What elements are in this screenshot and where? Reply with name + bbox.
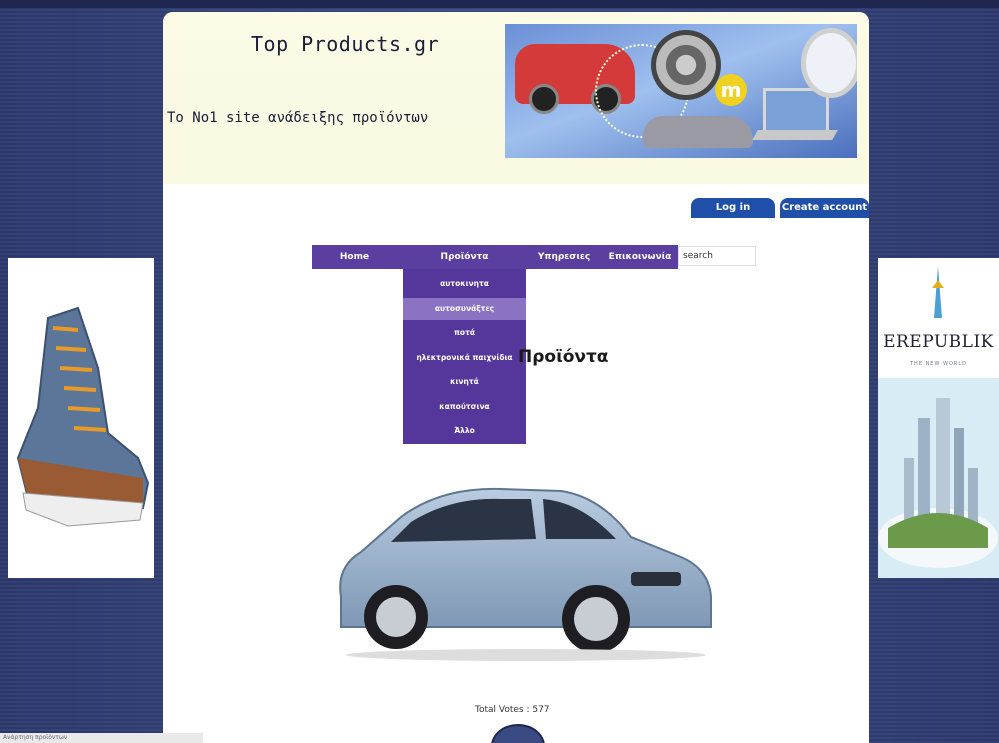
site-header: Top Products.gr Το No1 site ανάδειξης πρ… bbox=[163, 12, 869, 184]
dropdown-item-mobiles[interactable]: κινητά bbox=[403, 371, 526, 393]
dropdown-item-cappuccino[interactable]: καπούτσινα bbox=[403, 396, 526, 418]
section-title: Προϊόντα bbox=[518, 347, 609, 367]
nav-home[interactable]: Home bbox=[312, 245, 397, 269]
city-illustration bbox=[878, 378, 999, 578]
spire-icon bbox=[932, 266, 944, 318]
main-navbar: Home Προϊόντα Υπηρεσιες Επικοινωνία bbox=[312, 245, 678, 269]
nav-products[interactable]: Προϊόντα bbox=[403, 245, 526, 269]
search-input[interactable] bbox=[678, 246, 756, 266]
create-account-button[interactable]: Create account bbox=[780, 198, 869, 218]
login-button[interactable]: Log in bbox=[691, 198, 775, 218]
vote-button[interactable] bbox=[491, 724, 545, 743]
top-strip bbox=[0, 0, 999, 8]
nav-services[interactable]: Υπηρεσιες bbox=[526, 245, 602, 269]
featured-car-image[interactable] bbox=[331, 477, 716, 662]
erepublik-brand: EREPUBLIK bbox=[883, 332, 994, 352]
nav-contact[interactable]: Επικοινωνία bbox=[602, 245, 678, 269]
silver-car-image bbox=[643, 116, 753, 148]
status-bar: Ανάρτηση προϊόντων bbox=[0, 733, 203, 743]
m-badge-icon: m bbox=[715, 74, 747, 106]
total-votes: Total Votes : 577 bbox=[475, 705, 550, 715]
laptop-base bbox=[752, 130, 838, 140]
main-content-panel: Top Products.gr Το No1 site ανάδειξης πρ… bbox=[163, 12, 869, 743]
dropdown-item-highlighted[interactable]: αυτοσυνάξτες bbox=[403, 298, 526, 320]
erepublik-tagline: THE NEW WORLD bbox=[910, 361, 967, 367]
watch-image bbox=[801, 28, 857, 98]
dropdown-item-drinks[interactable]: ποτά bbox=[403, 322, 526, 344]
dropdown-item-cars[interactable]: αυτοκινητα bbox=[403, 273, 526, 295]
site-subtitle: Το No1 site ανάδειξης προϊόντων bbox=[167, 110, 429, 126]
turbine-image bbox=[651, 30, 721, 100]
site-title[interactable]: Top Products.gr bbox=[251, 32, 439, 56]
dropdown-item-other[interactable]: Άλλο bbox=[403, 420, 526, 442]
right-ad-erepublik[interactable]: EREPUBLIK THE NEW WORLD bbox=[878, 258, 999, 578]
left-ad-boot[interactable] bbox=[8, 258, 154, 578]
dropdown-item-video-games[interactable]: ηλεκτρονικά παιχνίδια bbox=[403, 347, 526, 369]
products-dropdown: αυτοκινητα αυτοσυνάξτες ποτά ηλεκτρονικά… bbox=[403, 269, 526, 444]
header-banner: m bbox=[505, 24, 857, 158]
boot-image bbox=[16, 306, 150, 527]
